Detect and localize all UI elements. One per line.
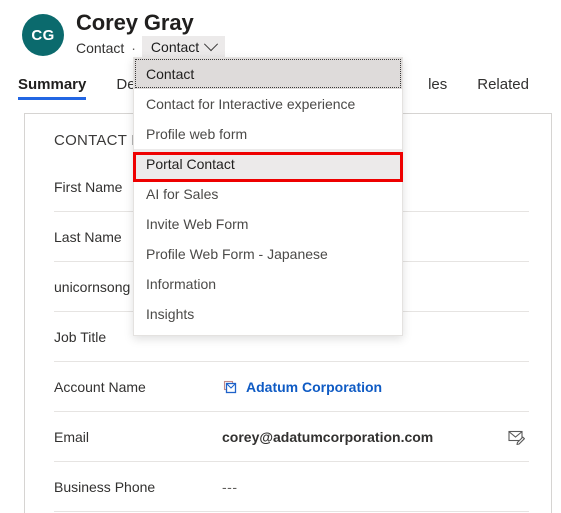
menu-item-profile-web-form[interactable]: Profile web form	[134, 119, 402, 149]
form-selector-flyout: Contact Contact for Interactive experien…	[133, 57, 403, 336]
entity-type-label: Contact	[76, 39, 125, 56]
avatar: CG	[22, 14, 64, 56]
menu-item-label: Insights	[146, 306, 195, 322]
chevron-down-icon	[204, 37, 219, 52]
account-icon	[222, 379, 238, 395]
menu-item-contact[interactable]: Contact	[134, 58, 402, 89]
field-row-account-name: Account Name Adatum Corporation	[54, 362, 529, 412]
page-title: Corey Gray	[76, 10, 194, 35]
subtitle-separator: ·	[131, 39, 136, 56]
tab-label: Summary	[18, 76, 87, 93]
menu-item-invite-web-form[interactable]: Invite Web Form	[134, 209, 402, 239]
menu-item-label: Profile web form	[146, 126, 248, 142]
menu-item-label: Contact for Interactive experience	[146, 96, 356, 112]
menu-item-label: Invite Web Form	[146, 216, 249, 232]
menu-item-insights[interactable]: Insights	[134, 299, 402, 329]
field-label: Account Name	[54, 378, 146, 395]
menu-item-label: Information	[146, 276, 217, 292]
tab-label: les	[428, 76, 448, 93]
form-selector-label: Contact	[150, 39, 200, 55]
tab-related[interactable]: Related	[477, 76, 529, 100]
compose-email-icon[interactable]	[507, 427, 527, 447]
field-row-business-phone: Business Phone ---	[54, 462, 529, 512]
menu-item-profile-web-form-japanese[interactable]: Profile Web Form - Japanese	[134, 239, 402, 269]
menu-item-label: Portal Contact	[146, 156, 235, 172]
account-name-text: Adatum Corporation	[246, 378, 383, 395]
tab-summary[interactable]: Summary	[18, 76, 87, 100]
field-value-account-link[interactable]: Adatum Corporation	[222, 379, 529, 395]
form-selector-button[interactable]: Contact	[141, 36, 226, 59]
tab-label: Related	[477, 76, 529, 93]
menu-item-portal-contact[interactable]: Portal Contact	[134, 149, 402, 179]
tab-files[interactable]: les	[428, 76, 447, 100]
field-value-email[interactable]: corey@adatumcorporation.com	[222, 429, 529, 445]
field-row-email: Email corey@adatumcorporation.com	[54, 412, 529, 462]
menu-item-label: Profile Web Form - Japanese	[146, 246, 328, 262]
field-label: Business Phone	[54, 478, 156, 495]
menu-item-label: Contact	[146, 65, 195, 82]
menu-item-contact-for-interactive-experience[interactable]: Contact for Interactive experience	[134, 89, 402, 119]
menu-item-information[interactable]: Information	[134, 269, 402, 299]
menu-item-ai-for-sales[interactable]: AI for Sales	[134, 179, 402, 209]
field-value-business-phone[interactable]: ---	[222, 479, 529, 495]
avatar-initials: CG	[31, 26, 55, 44]
record-subtitle: Contact · Contact	[76, 36, 226, 59]
field-label: Email	[54, 428, 90, 445]
menu-item-label: AI for Sales	[146, 186, 219, 202]
